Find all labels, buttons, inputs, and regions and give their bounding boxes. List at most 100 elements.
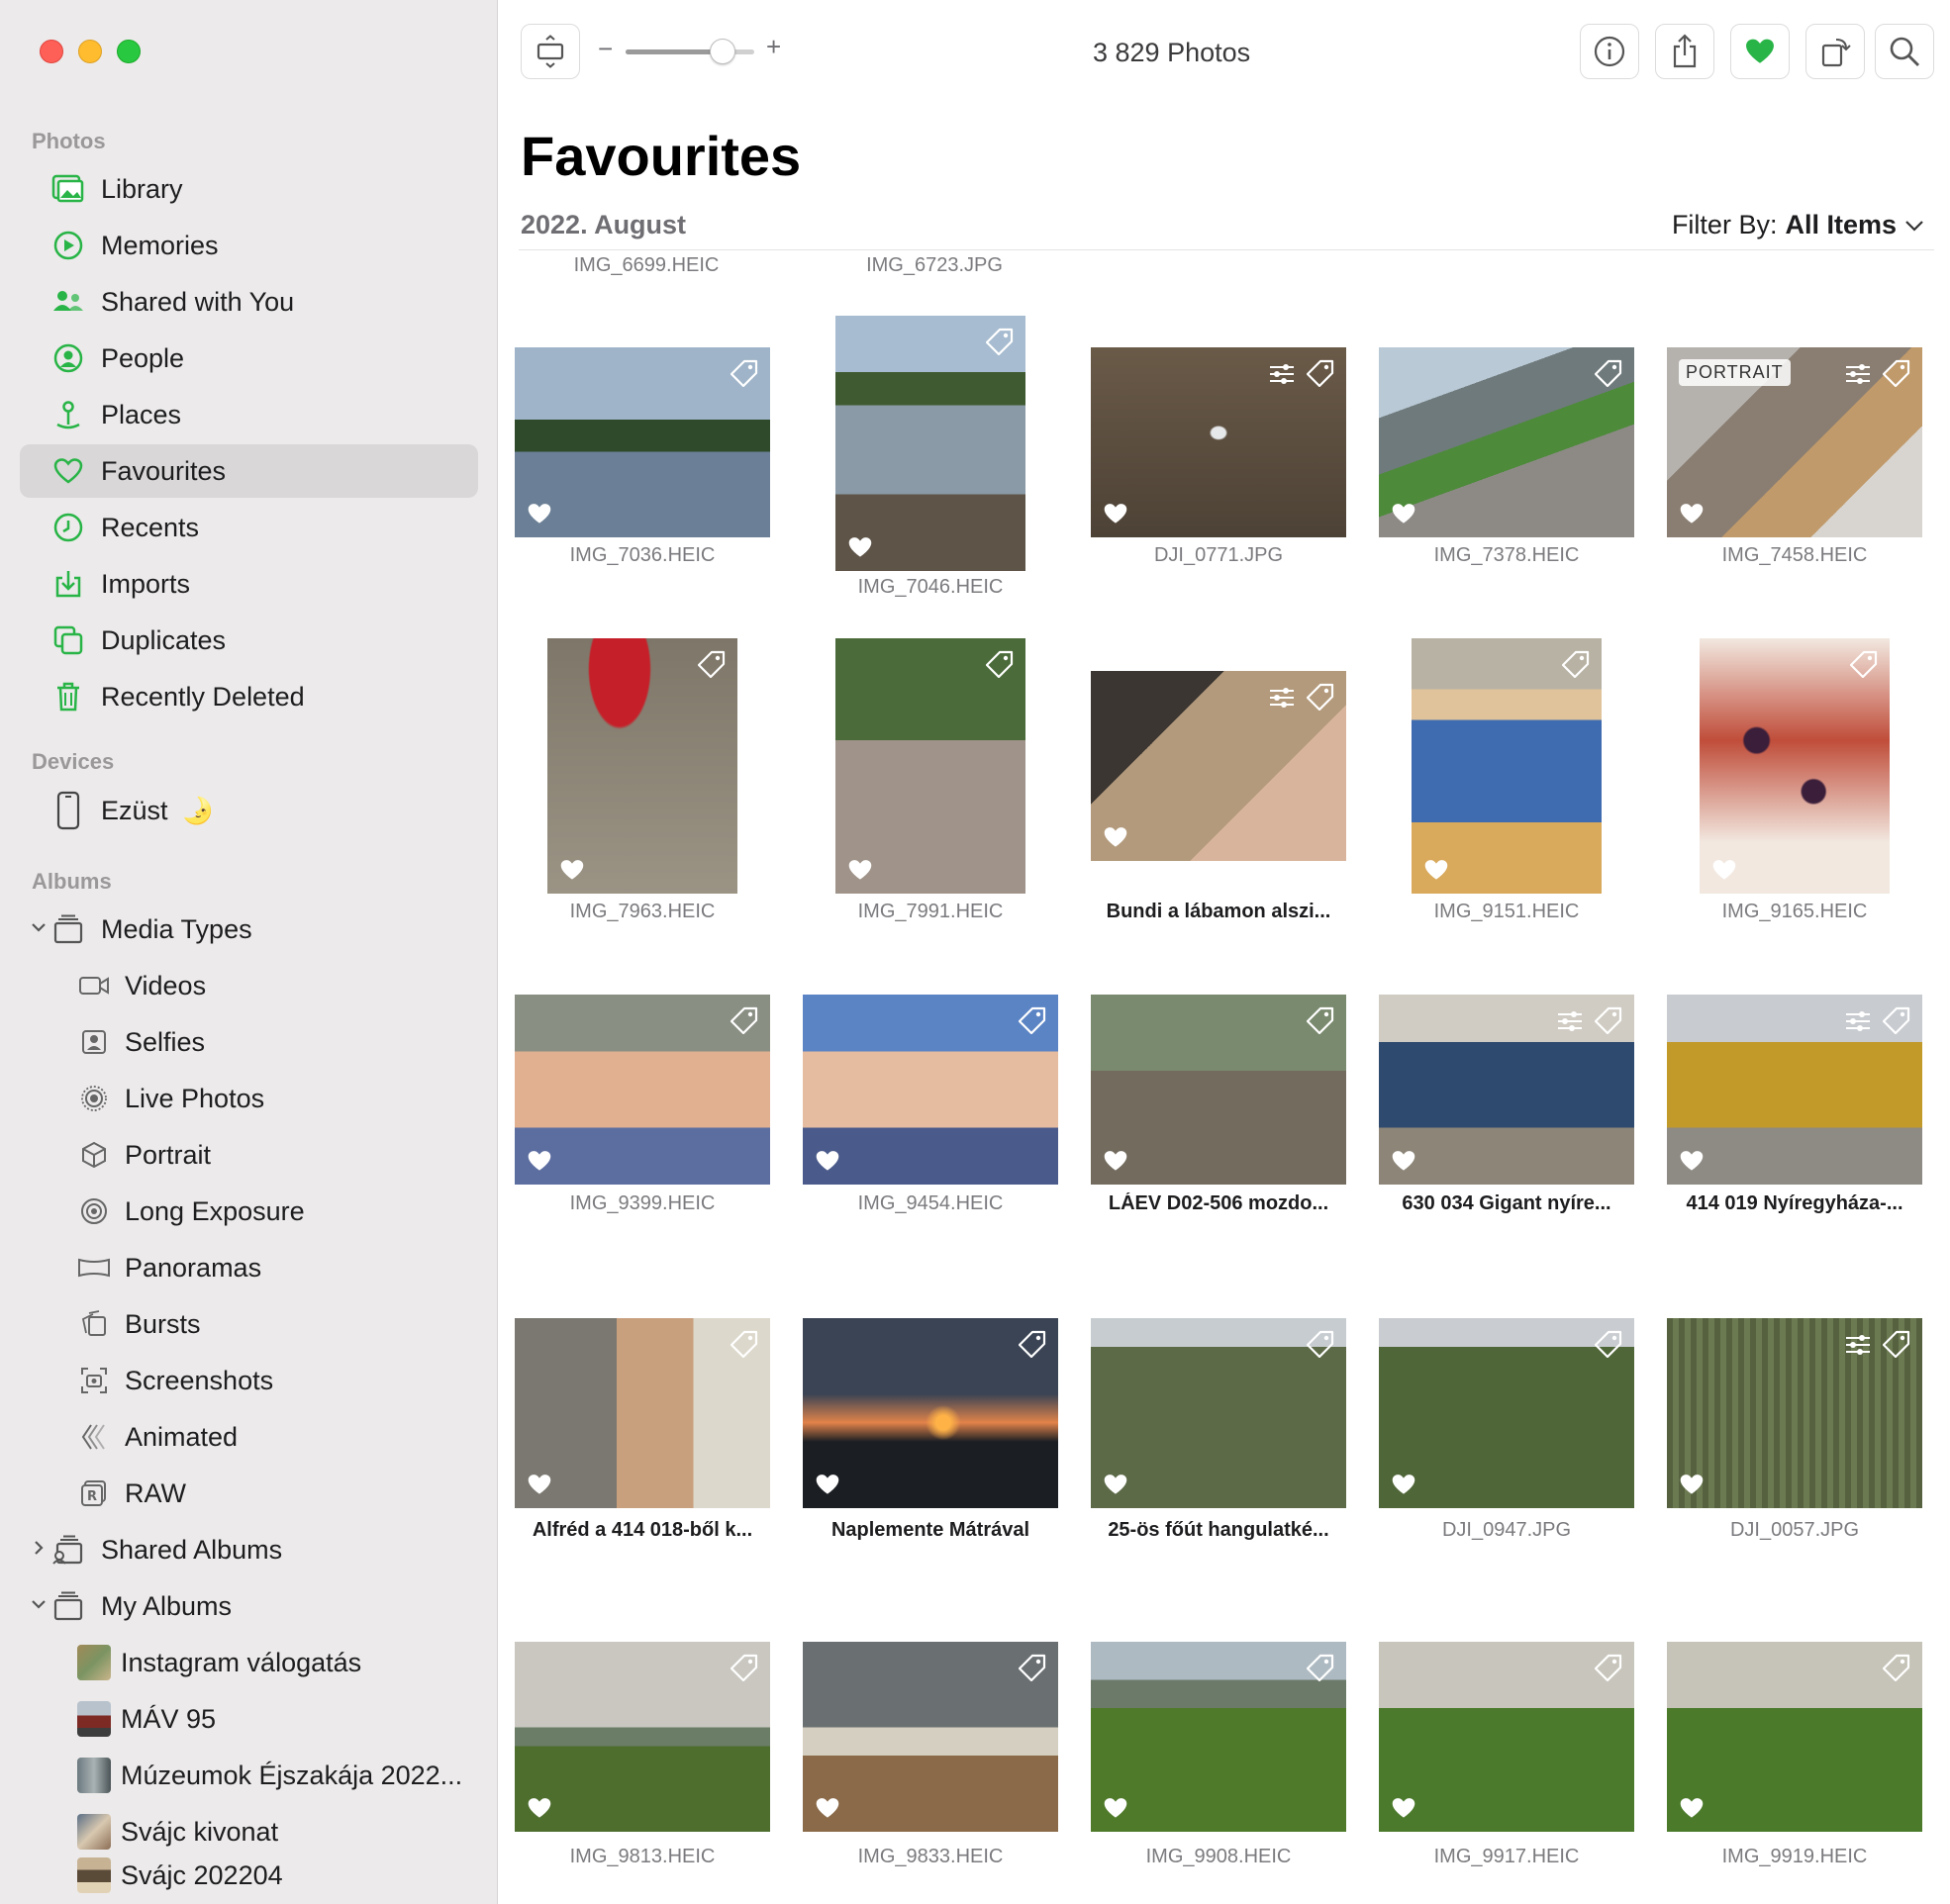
photo-thumbnail[interactable] [1412, 638, 1602, 894]
info-button[interactable] [1580, 24, 1639, 79]
keyword-tag-icon[interactable] [1594, 1654, 1622, 1682]
keyword-tag-icon[interactable] [1306, 1654, 1334, 1682]
photo-thumbnail[interactable] [515, 1318, 770, 1508]
favourite-heart-icon[interactable] [1103, 1796, 1128, 1820]
rotate-button[interactable] [1805, 24, 1865, 79]
sidebar-item-screenshots[interactable]: Screenshots [20, 1354, 478, 1407]
keyword-tag-icon[interactable] [697, 650, 726, 679]
favourite-heart-icon[interactable] [1679, 502, 1705, 525]
photo-thumbnail[interactable] [803, 995, 1058, 1185]
photo-thumbnail[interactable] [515, 347, 770, 537]
sidebar-item-raw[interactable]: R RAW [20, 1467, 478, 1520]
sidebar-item-bursts[interactable]: Bursts [20, 1297, 478, 1351]
photo-thumbnail[interactable]: PORTRAIT [1667, 347, 1922, 537]
sidebar-item-device[interactable]: Ezüst 🌛 [20, 784, 478, 837]
keyword-tag-icon[interactable] [985, 650, 1014, 679]
keyword-tag-icon[interactable] [730, 359, 758, 388]
chevron-down-icon[interactable] [28, 1593, 49, 1615]
sidebar-item-media-types[interactable]: Media Types [20, 903, 478, 956]
search-button[interactable] [1875, 24, 1934, 79]
favourite-heart-icon[interactable] [1391, 1473, 1416, 1496]
zoom-slider-knob[interactable] [709, 39, 735, 64]
sidebar-album-item[interactable]: Instagram válogatás [20, 1636, 478, 1689]
sidebar-item-shared-with-you[interactable]: Shared with You [20, 275, 478, 329]
favourite-heart-icon[interactable] [1391, 1149, 1416, 1173]
favourite-heart-icon[interactable] [1391, 502, 1416, 525]
sidebar-item-recents[interactable]: Recents [20, 501, 478, 554]
filter-dropdown[interactable]: Filter By: All Items [1672, 210, 1924, 240]
favourite-heart-icon[interactable] [847, 535, 873, 559]
sidebar-item-favourites[interactable]: Favourites [20, 444, 478, 498]
sidebar-item-duplicates[interactable]: Duplicates [20, 614, 478, 667]
favourite-heart-icon[interactable] [527, 502, 552, 525]
photo-thumbnail[interactable] [515, 1642, 770, 1832]
favourite-heart-icon[interactable] [1391, 1796, 1416, 1820]
sidebar-item-live-photos[interactable]: Live Photos [20, 1072, 478, 1125]
chevron-down-icon[interactable] [28, 916, 49, 938]
sidebar-item-panoramas[interactable]: Panoramas [20, 1241, 478, 1294]
photo-thumbnail[interactable] [1379, 995, 1634, 1185]
favourite-heart-icon[interactable] [527, 1473, 552, 1496]
sidebar-album-item[interactable]: Múzeumok Éjszakája 2022... [20, 1749, 478, 1802]
keyword-tag-icon[interactable] [1018, 1006, 1046, 1035]
photo-thumbnail[interactable] [835, 316, 1025, 571]
keyword-tag-icon[interactable] [1849, 650, 1878, 679]
photo-thumbnail[interactable] [803, 1642, 1058, 1832]
sidebar-item-shared-albums[interactable]: Shared Albums [20, 1523, 478, 1576]
share-button[interactable] [1655, 24, 1714, 79]
favourite-heart-icon[interactable] [527, 1149, 552, 1173]
favourite-heart-icon[interactable] [1103, 825, 1128, 849]
keyword-tag-icon[interactable] [730, 1006, 758, 1035]
sidebar-item-places[interactable]: Places [20, 388, 478, 441]
sidebar-item-imports[interactable]: Imports [20, 557, 478, 611]
photo-thumbnail[interactable] [1667, 1642, 1922, 1832]
keyword-tag-icon[interactable] [1882, 1330, 1910, 1359]
keyword-tag-icon[interactable] [1561, 650, 1590, 679]
sidebar-item-library[interactable]: Library [20, 162, 478, 216]
photo-thumbnail[interactable] [1379, 1642, 1634, 1832]
photo-thumbnail[interactable] [803, 1318, 1058, 1508]
favourite-heart-icon[interactable] [1711, 858, 1737, 882]
zoom-out-label[interactable]: − [598, 34, 613, 64]
sidebar-item-people[interactable]: People [20, 332, 478, 385]
photo-thumbnail[interactable] [1667, 995, 1922, 1185]
keyword-tag-icon[interactable] [1594, 359, 1622, 388]
photo-thumbnail[interactable] [1091, 347, 1346, 537]
keyword-tag-icon[interactable] [730, 1330, 758, 1359]
keyword-tag-icon[interactable] [1882, 1654, 1910, 1682]
zoom-in-label[interactable]: + [766, 32, 781, 62]
keyword-tag-icon[interactable] [1306, 1006, 1334, 1035]
sidebar-album-item[interactable]: Svájc 202204 [20, 1849, 478, 1902]
favourite-heart-icon[interactable] [847, 858, 873, 882]
photo-thumbnail[interactable] [1379, 347, 1634, 537]
keyword-tag-icon[interactable] [1018, 1330, 1046, 1359]
favourite-heart-icon[interactable] [1679, 1796, 1705, 1820]
favourite-heart-icon[interactable] [1103, 1149, 1128, 1173]
photo-thumbnail[interactable] [1091, 1642, 1346, 1832]
zoom-slider[interactable] [626, 39, 754, 64]
favourite-heart-icon[interactable] [1103, 502, 1128, 525]
sidebar-album-item[interactable]: MÁV 95 [20, 1692, 478, 1746]
photo-thumbnail[interactable] [1091, 671, 1346, 861]
favourite-button[interactable] [1730, 24, 1790, 79]
sidebar-item-videos[interactable]: Videos [20, 959, 478, 1012]
close-window-button[interactable] [40, 40, 63, 63]
favourite-heart-icon[interactable] [1679, 1149, 1705, 1173]
sidebar-item-my-albums[interactable]: My Albums [20, 1579, 478, 1633]
favourite-heart-icon[interactable] [815, 1149, 840, 1173]
photo-thumbnail[interactable] [1379, 1318, 1634, 1508]
photo-thumbnail[interactable] [547, 638, 737, 894]
sidebar-item-recently-deleted[interactable]: Recently Deleted [20, 670, 478, 723]
sidebar-item-long-exposure[interactable]: Long Exposure [20, 1185, 478, 1238]
sidebar-item-selfies[interactable]: Selfies [20, 1015, 478, 1069]
photo-thumbnail[interactable] [515, 995, 770, 1185]
keyword-tag-icon[interactable] [730, 1654, 758, 1682]
favourite-heart-icon[interactable] [815, 1796, 840, 1820]
keyword-tag-icon[interactable] [1594, 1330, 1622, 1359]
photo-thumbnail[interactable] [1091, 995, 1346, 1185]
keyword-tag-icon[interactable] [1594, 1006, 1622, 1035]
keyword-tag-icon[interactable] [985, 328, 1014, 356]
photo-thumbnail[interactable] [1091, 1318, 1346, 1508]
photo-thumbnail[interactable] [1700, 638, 1890, 894]
favourite-heart-icon[interactable] [1679, 1473, 1705, 1496]
